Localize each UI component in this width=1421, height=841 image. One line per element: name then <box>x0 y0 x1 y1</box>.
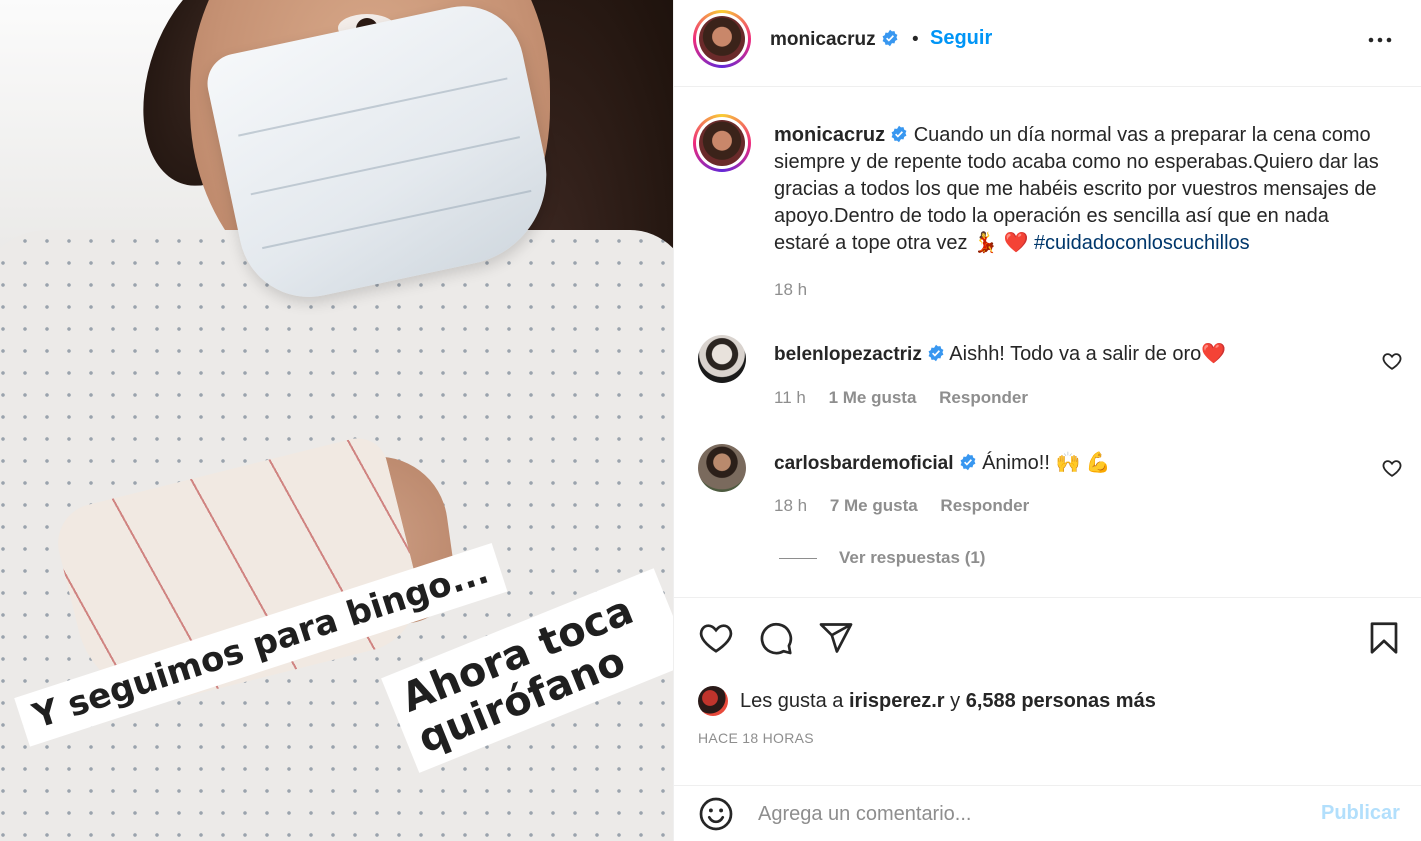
emoji-icon[interactable] <box>698 796 734 832</box>
comment-composer: Publicar <box>674 785 1421 841</box>
separator-dot: • <box>912 29 919 50</box>
verified-badge-icon <box>891 125 907 142</box>
divider-line <box>779 558 817 560</box>
likes-count[interactable]: 6,588 personas más <box>966 690 1156 713</box>
caption-hashtag[interactable]: #cuidadoconloscuchillos <box>1034 232 1250 254</box>
commenter-avatar[interactable] <box>698 444 746 492</box>
comment-time[interactable]: 11 h <box>774 388 806 407</box>
comment-body: belenlopezactriz Aishh! Todo va a salir … <box>774 341 1226 366</box>
like-heart-icon[interactable] <box>698 620 734 656</box>
publish-button[interactable]: Publicar <box>1321 802 1400 825</box>
save-bookmark-icon[interactable] <box>1366 620 1402 656</box>
more-horizontal-icon[interactable] <box>1364 26 1396 54</box>
post-actions: Les gusta a irisperez.r y 6,588 personas… <box>674 597 1421 757</box>
author-avatar[interactable] <box>693 10 751 68</box>
reply-button[interactable]: Responder <box>940 496 1029 515</box>
comment-text: Aishh! Todo va a salir de oro❤️ <box>949 343 1227 365</box>
follow-button[interactable]: Seguir <box>930 27 992 50</box>
comment-likes[interactable]: 1 Me gusta <box>829 388 917 407</box>
comment-username[interactable]: belenlopezactriz <box>774 344 922 365</box>
likes-prefix: Les gusta a <box>740 689 844 712</box>
comment-text: Ánimo!! 🙌 💪 <box>982 452 1111 474</box>
verified-badge-icon <box>882 29 898 47</box>
comment-bubble-icon[interactable] <box>758 620 794 656</box>
author-username[interactable]: monicacruz <box>770 29 899 51</box>
comment-body: carlosbardemoficial Ánimo!! 🙌 💪 <box>774 450 1111 475</box>
reply-button[interactable]: Responder <box>939 388 1028 407</box>
caption-text: monicacruz Cuando un día normal vas a pr… <box>774 122 1384 257</box>
commenter-avatar[interactable] <box>698 335 746 383</box>
verified-badge-icon <box>928 344 944 361</box>
like-comment-heart-icon[interactable] <box>1381 457 1403 479</box>
liker-avatar[interactable] <box>698 686 728 716</box>
share-paper-plane-icon[interactable] <box>818 620 854 656</box>
caption-time[interactable]: 18 h <box>774 280 807 300</box>
view-replies-button[interactable]: Ver respuestas (1) <box>779 548 985 568</box>
post-photo[interactable]: Y seguimos para bingo... Ahora toca quir… <box>0 0 673 841</box>
like-comment-heart-icon[interactable] <box>1381 350 1403 372</box>
liker-username[interactable]: irisperez.r <box>849 690 945 713</box>
likes-conj: y <box>950 689 961 712</box>
comment-meta: 18 h 7 Me gusta Responder <box>774 496 1047 516</box>
post-sidebar: monicacruz • Seguir monicacruz Cuando un… <box>673 0 1421 841</box>
post-timestamp[interactable]: HACE 18 HORAS <box>698 730 814 746</box>
caption-author-avatar[interactable] <box>693 114 751 172</box>
post-header: monicacruz • Seguir <box>674 0 1421 87</box>
comment-time[interactable]: 18 h <box>774 496 807 515</box>
view-replies-label: Ver respuestas (1) <box>839 548 986 567</box>
verified-badge-icon <box>960 453 975 470</box>
comment-input[interactable] <box>758 798 1278 830</box>
comment-likes[interactable]: 7 Me gusta <box>830 496 918 515</box>
comment-username[interactable]: carlosbardemoficial <box>774 453 954 474</box>
comment-meta: 11 h 1 Me gusta Responder <box>774 388 1046 408</box>
caption-username[interactable]: monicacruz <box>774 124 885 146</box>
likes-summary: Les gusta a irisperez.r y 6,588 personas… <box>698 686 1156 716</box>
